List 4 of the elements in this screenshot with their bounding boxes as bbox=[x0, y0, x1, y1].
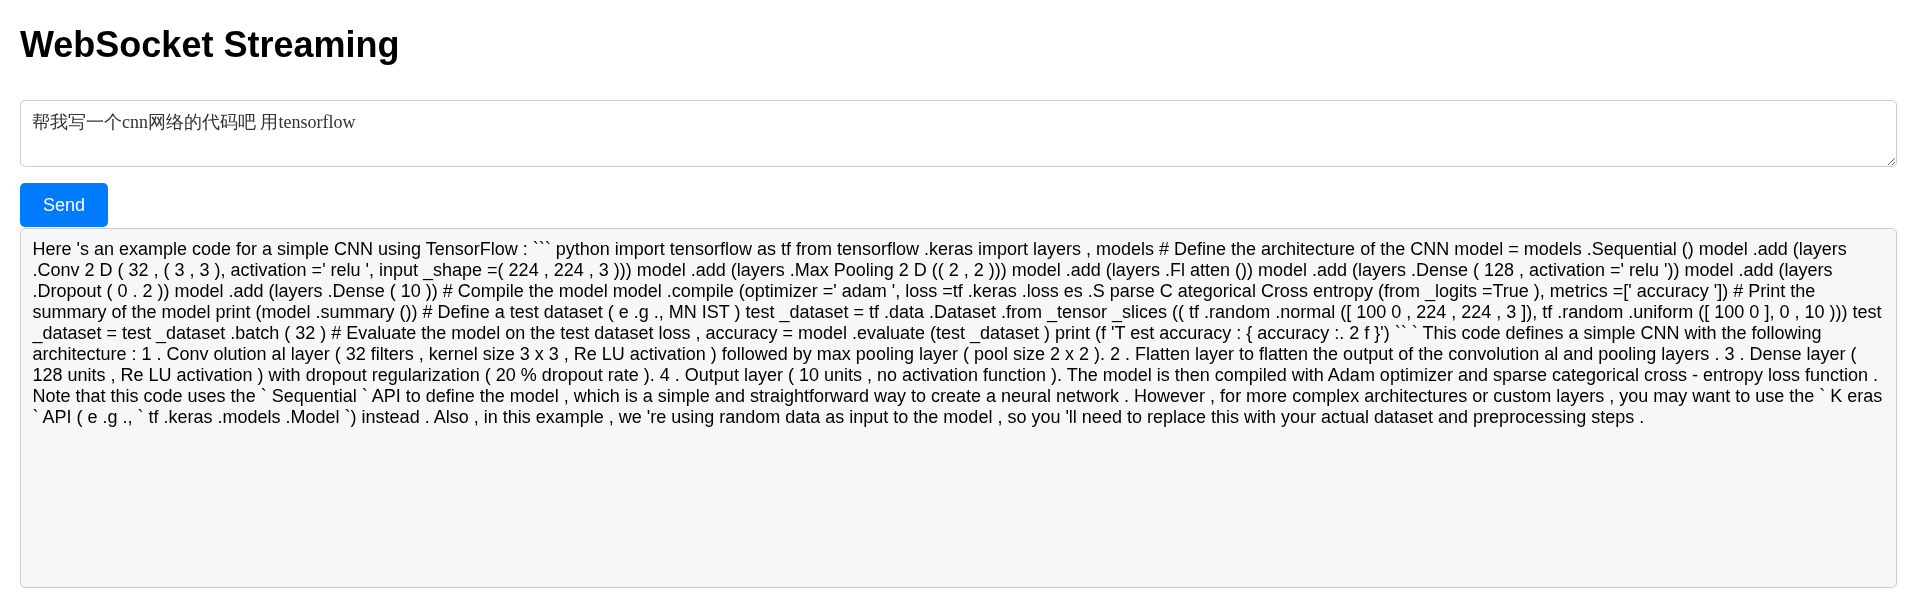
response-text: Here 's an example code for a simple CNN using TensorFlow : ``` python import tensorflow as tf from tensorflow .keras import layers , models # Define the architecture of the CNN model = models .Sequential () model .add (layers .Conv 2 D ( 32 , ( 3 , 3 ), activation =' relu ', input _shape =( 224 , 224 , 3 ))) model .add (layers .Max Pooling 2 D (( 2 , 2 ))) model .add (layers .Fl atten ()) model .add (layers .Dense ( 128 , activation =' relu ')) model .add (layers .Dropout ( 0 . 2 )) model .add (layers .Dense ( 10 )) # Compile the model model .compile (optimizer =' adam ', loss =tf .keras .loss es .S parse C ategorical Cross entropy (from _logits =True ), metrics =[' accuracy ']) # Print the summary of the model print (model .summary ()) # Define a test dataset ( e .g ., MN IST ) test _dataset = tf .data .Dataset .from _tensor _slices (( tf .random .normal ([ 100 0 , 224 , 224 , 3 ]), tf .random .uniform ([ 100 0 ], 0 , 10 ))) test _dataset = test _dataset .batch ( 32 ) # Evaluate the model on the test dataset loss , accuracy = model .evaluate (test _dataset ) print (f 'T est accuracy : { accuracy :. 2 f }') `` ` This code defines a simple CNN with the following architecture : 1 . Conv olution al layer ( 32 filters , kernel size 3 x 3 , Re LU activation ) followed by max pooling layer ( pool size 2 x 2 ). 2 . Flatten layer to flatten the output of the convolution al and pooling layers . 3 . Dense layer ( 128 units , Re LU activation ) with dropout regularization ( 20 % dropout rate ). 4 . Output layer ( 10 units , no activation function ). The model is then compiled with Adam optimizer and sparse categorical cross - entropy loss function . Note that this code uses the ` Sequential ` API to define the model , which is a simple and straightforward way to create a neural network . However , for more complex architectures or custom layers , you may want to use the ` K eras ` API ( e .g ., ` tf .keras .models .Model `) instead . Also , in this example , we 're using random data as input to the model , so you 'll need to replace this with your actual dataset and preprocessing steps . bbox=[32, 239, 1884, 428]
page-title: WebSocket Streaming bbox=[20, 24, 400, 65]
message-input[interactable]: 帮我写一个cnn网络的代码吧 用tensorflow bbox=[20, 100, 1897, 167]
send-button[interactable]: Send bbox=[20, 183, 109, 227]
